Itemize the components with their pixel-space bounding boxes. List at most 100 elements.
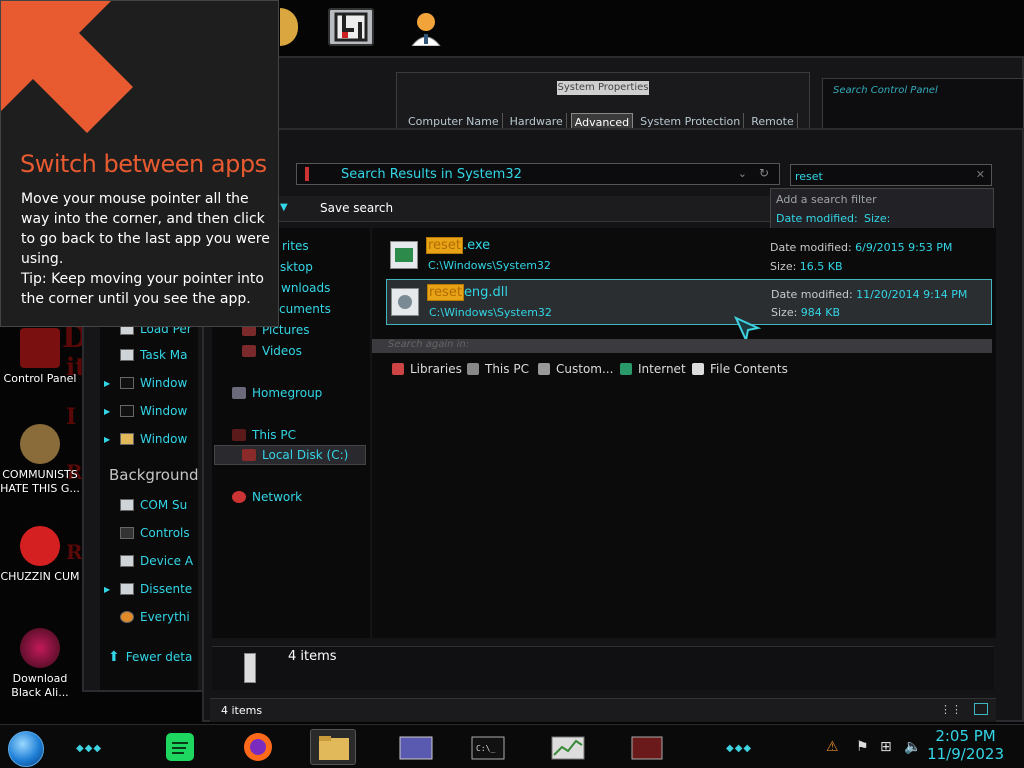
nav-item-favorites[interactable]: rites	[282, 237, 309, 255]
app-icon[interactable]	[280, 8, 298, 46]
nav-item-local-disk[interactable]: Local Disk (C:)	[242, 446, 348, 464]
firefox-icon	[244, 733, 272, 761]
drive-icon	[242, 449, 256, 461]
app-icon	[120, 527, 134, 539]
start-button[interactable]	[8, 731, 44, 767]
list-item[interactable]: Device A	[104, 550, 198, 572]
dll-file-icon	[391, 288, 419, 316]
search-filter-popup: Add a search filter Date modified: Size:	[770, 188, 994, 232]
taskbar-app-task-manager[interactable]	[546, 729, 592, 765]
desktop-icon-chuzzin[interactable]: CHUZZIN CUM	[0, 526, 80, 584]
switch-apps-tip-panel: Switch between apps Move your mouse poin…	[0, 0, 279, 327]
section-header-background: Background	[109, 466, 199, 484]
cmd-icon	[120, 405, 134, 417]
nav-item-documents[interactable]: cuments	[279, 300, 331, 318]
file-icon	[244, 653, 256, 683]
search-again-internet[interactable]: Internet	[620, 362, 686, 376]
money-bag-icon	[20, 424, 60, 464]
system-icon	[631, 736, 663, 760]
large-icons-view-icon[interactable]	[974, 703, 988, 715]
network-icon[interactable]: ⊞	[880, 739, 892, 755]
orb-icon	[20, 628, 60, 668]
close-icon[interactable]: ✕	[976, 168, 985, 181]
computer-icon	[467, 363, 479, 375]
app-icon	[120, 583, 134, 595]
flag-icon[interactable]: ⚑	[856, 739, 869, 755]
file-path: C:\Windows\System32	[429, 306, 552, 319]
refresh-icon[interactable]: ↻	[759, 166, 769, 180]
app-icon	[120, 555, 134, 567]
list-item[interactable]: ▶ Window	[104, 428, 198, 450]
svg-text:C:\_: C:\_	[476, 744, 495, 753]
list-item[interactable]: Task Ma	[104, 344, 198, 366]
nav-item-desktop[interactable]: sktop	[280, 258, 313, 276]
search-placeholder: Search Control Panel	[833, 85, 938, 96]
libraries-icon	[392, 363, 404, 375]
filter-date-modified[interactable]: Date modified:	[776, 212, 858, 225]
details-pane: 4 items	[212, 646, 994, 690]
folder-icon	[538, 363, 550, 375]
folder-icon	[319, 736, 349, 760]
search-icon	[120, 611, 134, 623]
chevron-down-icon[interactable]: ⌄	[738, 167, 747, 180]
desktop-icon-communists[interactable]: COMMUNISTS HATE THIS G...	[0, 424, 80, 496]
table-row[interactable]: reset eng.dll C:\Windows\System32 Date mo…	[386, 279, 992, 325]
task-manager-icon	[120, 349, 134, 361]
taskbar-app-system[interactable]	[624, 729, 670, 765]
taskbar-app-firefox[interactable]	[236, 729, 282, 765]
update-icon[interactable]: ⚠	[826, 739, 839, 755]
nav-item-this-pc[interactable]: This PC	[232, 426, 296, 444]
filter-size[interactable]: Size:	[864, 212, 890, 225]
list-item[interactable]: Everythi	[104, 606, 198, 628]
fewer-details-button[interactable]: ⬆ Fewer deta	[108, 646, 202, 668]
tip-body: Move your mouse pointer all the way into…	[21, 191, 270, 267]
search-again-file-contents[interactable]: File Contents	[692, 362, 788, 376]
command-bar: ▼ Save search	[210, 196, 770, 222]
volume-icon[interactable]: 🔈	[904, 739, 921, 755]
globe-icon	[620, 363, 632, 375]
table-row[interactable]: reset .exe C:\Windows\System32 Date modif…	[386, 233, 992, 279]
desktop-icon-control-panel[interactable]: Control Panel	[0, 328, 80, 386]
list-item[interactable]: ▶ Window	[104, 400, 198, 422]
taskbar-app-cmd[interactable]: C:\_	[466, 729, 512, 765]
network-icon	[232, 491, 246, 503]
file-name: reset eng.dll	[427, 284, 509, 301]
search-again-custom[interactable]: Custom...	[538, 362, 613, 376]
search-field[interactable]	[791, 166, 991, 187]
taskbar-decoration: ◆◆◆	[726, 743, 753, 754]
date-modified: Date modified: 6/9/2015 9:53 PM	[770, 241, 953, 254]
chevron-down-icon[interactable]: ▼	[280, 202, 288, 213]
list-item[interactable]: ▶ Dissente	[104, 578, 198, 600]
address-bar[interactable]: Search Results in System32 ⌄ ↻	[296, 163, 780, 185]
nav-item-network[interactable]: Network	[232, 488, 302, 506]
tip-hint: Tip: Keep moving your pointer into the c…	[21, 271, 264, 307]
search-input[interactable]: ✕	[790, 164, 992, 187]
cmd-icon	[120, 377, 134, 389]
list-item[interactable]: COM Su	[104, 494, 198, 516]
warning-icon	[305, 167, 309, 181]
videos-icon	[242, 345, 256, 357]
control-panel-search[interactable]: Search Control Panel	[822, 78, 1024, 134]
app-icon[interactable]	[328, 8, 374, 46]
taskbar-app-explorer[interactable]	[310, 729, 356, 765]
computer-icon	[232, 429, 246, 441]
details-item-count: 4 items	[288, 649, 337, 664]
nav-item-downloads[interactable]: wnloads	[281, 279, 330, 297]
arrow-up-icon: ⬆	[108, 649, 120, 665]
clock[interactable]: 2:05 PM 11/9/2023	[927, 727, 1004, 763]
nav-item-videos[interactable]: Videos	[242, 342, 302, 360]
taskbar-app-control-panel[interactable]	[394, 729, 440, 765]
taskbar-decoration: ◆◆◆	[76, 743, 103, 754]
search-again-this-pc[interactable]: This PC	[467, 362, 529, 376]
search-again-libraries[interactable]: Libraries	[392, 362, 462, 376]
nav-item-homegroup[interactable]: Homegroup	[232, 384, 322, 402]
list-item[interactable]: Controls	[104, 522, 198, 544]
list-item[interactable]: ▶ Window	[104, 372, 198, 394]
file-size: Size: 984 KB	[771, 306, 841, 319]
user-icon[interactable]	[406, 8, 446, 47]
details-view-icon[interactable]: ⋮⋮	[940, 703, 962, 716]
save-search-button[interactable]: Save search	[320, 201, 393, 215]
desktop-icon-download[interactable]: Download Black Ali...	[0, 628, 80, 700]
clock-date: 11/9/2023	[927, 745, 1004, 763]
taskbar-app-spotify[interactable]	[158, 729, 204, 765]
